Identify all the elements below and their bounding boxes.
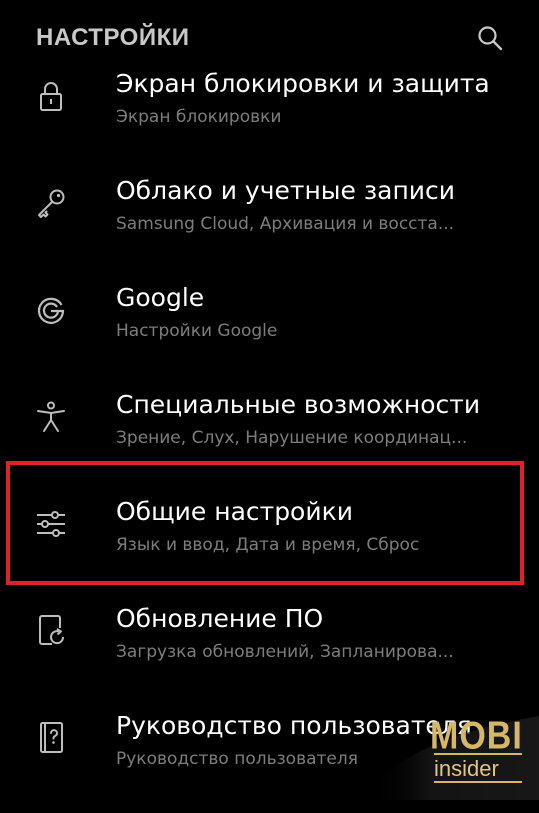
settings-item-subtitle: Настройки Google <box>116 321 278 341</box>
page-title: НАСТРОЙКИ <box>36 24 190 51</box>
user-manual-icon <box>34 721 68 755</box>
settings-item-title: Экран блокировки и защита <box>116 69 490 98</box>
key-icon <box>34 186 68 220</box>
sliders-icon <box>34 507 68 541</box>
settings-item-title: Общие настройки <box>116 497 353 526</box>
watermark-subtext: insider <box>434 756 499 781</box>
watermark-text: MOBI <box>430 714 523 758</box>
settings-item-google[interactable]: Google Настройки Google <box>0 278 539 385</box>
lock-icon <box>34 79 68 113</box>
settings-item-title: Google <box>116 283 205 312</box>
settings-item-title: Специальные возможности <box>116 390 481 419</box>
settings-item-cloud-accounts[interactable]: Облако и учетные записи Samsung Cloud, А… <box>0 171 539 278</box>
search-icon <box>478 26 503 51</box>
settings-item-subtitle: Зрение, Слух, Нарушение координац... <box>116 428 468 448</box>
settings-item-subtitle: Загрузка обновлений, Запланирова... <box>116 642 454 662</box>
software-update-icon <box>34 614 68 648</box>
settings-item-subtitle: Язык и ввод, Дата и время, Сброс <box>116 535 420 555</box>
settings-item-accessibility[interactable]: Специальные возможности Зрение, Слух, На… <box>0 385 539 492</box>
search-button[interactable] <box>470 18 510 58</box>
accessibility-icon <box>34 400 68 434</box>
settings-item-general-management[interactable]: Общие настройки Язык и ввод, Дата и врем… <box>0 492 539 599</box>
settings-item-title: Обновление ПО <box>116 604 324 633</box>
settings-item-subtitle: Экран блокировки <box>116 107 282 127</box>
settings-item-lock-screen[interactable]: Экран блокировки и защита Экран блокиров… <box>0 64 539 171</box>
settings-list: Экран блокировки и защита Экран блокиров… <box>0 64 539 813</box>
watermark-logo: MOBI insider <box>372 708 539 800</box>
settings-item-software-update[interactable]: Обновление ПО Загрузка обновлений, Запла… <box>0 599 539 706</box>
settings-item-subtitle: Samsung Cloud, Архивация и восста... <box>116 214 455 234</box>
settings-item-title: Облако и учетные записи <box>116 176 456 205</box>
google-icon <box>34 293 68 327</box>
app-header: НАСТРОЙКИ <box>0 0 539 72</box>
